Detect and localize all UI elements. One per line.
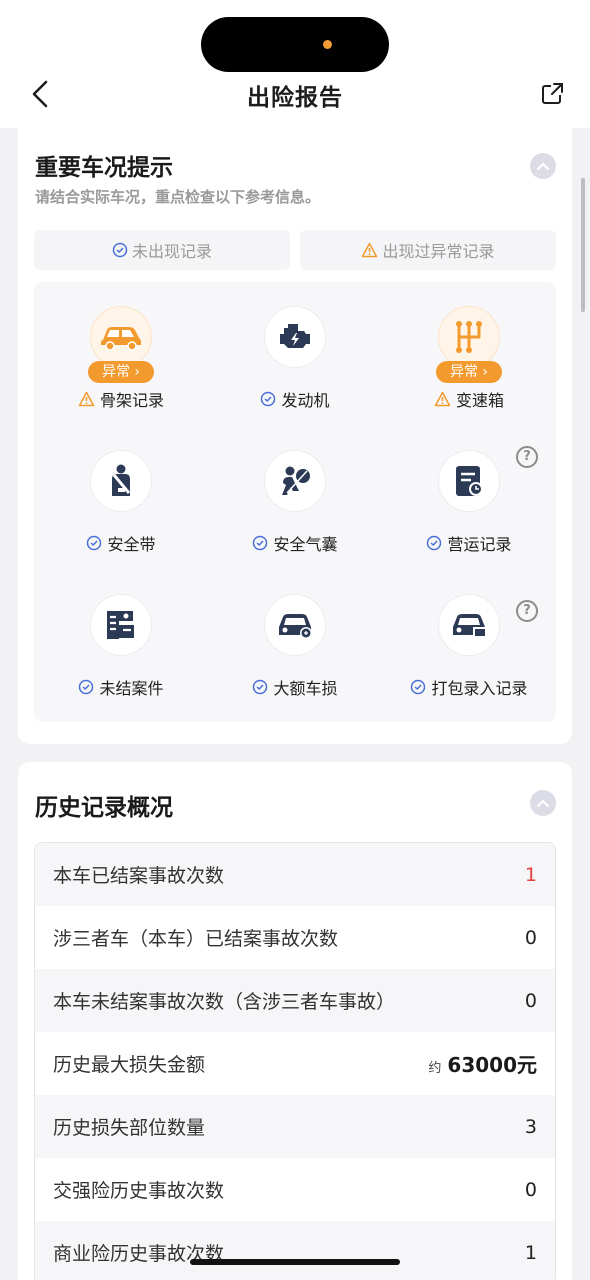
history-overview-card: 历史记录概况 本车已结案事故次数 1 涉三者车（本车）已结案事故次数 0 本车未… [18,762,572,1280]
home-indicator[interactable] [190,1259,400,1265]
bundle-record-icon [438,594,500,656]
chevron-up-icon [536,799,550,808]
help-icon[interactable]: ? [516,446,538,468]
check-circle-icon [79,679,94,695]
item-label: 大额车损 [273,679,338,698]
item-label-row: 变速箱 [382,387,556,411]
gearbox-icon [438,306,500,368]
item-label-row: 骨架记录 [34,387,208,411]
legend-no-record: 未出现记录 [34,230,290,270]
row-value: 1 [524,1241,537,1264]
item-label: 营运记录 [447,535,512,554]
collapse-button[interactable] [530,790,556,816]
item-major-damage[interactable]: 大额车损 [208,570,382,714]
warning-icon [362,242,378,258]
car-frame-icon [90,306,152,368]
approx-prefix: 约 [428,1061,442,1076]
seatbelt-icon [90,450,152,512]
item-frame-record[interactable]: 异常 › 骨架记录 [34,282,208,426]
row-value: 3 [524,1115,537,1138]
item-label-row: 打包录入记录 [382,675,556,699]
check-circle-icon [411,679,426,695]
card-title: 历史记录概况 [35,795,173,821]
table-row: 涉三者车（本车）已结案事故次数 0 [35,906,555,969]
warning-icon [434,391,451,407]
collapse-button[interactable] [530,153,556,179]
row-label: 本车未结案事故次数（含涉三者车事故） [53,991,396,1013]
table-row: 历史损失部位数量 3 [35,1095,555,1158]
share-icon [542,83,563,104]
check-circle-icon [261,391,276,407]
check-circle-icon [87,535,102,551]
card-subtitle: 请结合实际车况，重点检查以下参考信息。 [35,188,321,206]
row-value: 0 [524,989,537,1012]
item-label-row: 安全气囊 [208,531,382,555]
item-label-row: 发动机 [208,387,382,411]
item-bundle-record[interactable]: 打包录入记录 [382,570,556,714]
row-label: 本车已结案事故次数 [53,865,225,887]
row-value: 1 [524,863,537,886]
open-case-icon [90,594,152,656]
table-row: 交强险历史事故次数 0 [35,1158,555,1221]
major-damage-icon [264,594,326,656]
item-label: 骨架记录 [99,391,164,410]
chevron-up-icon [536,162,550,171]
item-label-row: 安全带 [34,531,208,555]
scrollbar[interactable] [581,178,585,312]
item-label-row: 未结案件 [34,675,208,699]
item-seatbelt[interactable]: 安全带 [34,426,208,570]
item-engine[interactable]: 发动机 [208,282,382,426]
item-label: 未结案件 [99,679,164,698]
row-value: 63000元 [447,1053,537,1077]
abnormal-badge[interactable]: 异常 › [436,361,502,383]
check-circle-icon [112,242,128,258]
item-airbag[interactable]: 安全气囊 [208,426,382,570]
share-button[interactable] [538,80,566,108]
dynamic-island [201,17,389,72]
legend-abnormal-record: 出现过异常记录 [300,230,556,270]
table-row: 商业险历史事故次数 1 [35,1221,555,1280]
airbag-icon [264,450,326,512]
check-circle-icon [427,535,442,551]
row-value-group: 约 63000元 [428,1049,537,1078]
table-row: 本车未结案事故次数（含涉三者车事故） 0 [35,969,555,1032]
abnormal-badge-text: 异常 [101,364,130,380]
item-label-row: 大额车损 [208,675,382,699]
check-circle-icon [253,679,268,695]
row-label: 涉三者车（本车）已结案事故次数 [53,928,339,950]
page-title: 出险报告 [247,85,343,111]
item-label-row: 营运记录 [382,531,556,555]
legend-ok-label: 未出现记录 [131,242,212,261]
history-table: 本车已结案事故次数 1 涉三者车（本车）已结案事故次数 0 本车未结案事故次数（… [34,842,556,1280]
item-label: 打包录入记录 [431,679,528,698]
item-label: 变速箱 [455,391,504,410]
table-row: 本车已结案事故次数 1 [35,843,555,906]
row-value: 0 [524,1178,537,1201]
condition-grid: 异常 › 骨架记录 发动机 异常 › 变速箱 安全带 安全气囊 营运记录 ? 未… [34,282,556,722]
warning-icon [78,391,95,407]
engine-icon [264,306,326,368]
operation-record-icon [438,450,500,512]
help-icon[interactable]: ? [516,600,538,622]
item-label: 安全带 [107,535,156,554]
legend-warn-label: 出现过异常记录 [382,242,495,261]
row-label: 历史损失部位数量 [53,1117,206,1139]
row-label: 交强险历史事故次数 [53,1180,225,1202]
card-title: 重要车况提示 [35,155,173,181]
privacy-indicator-dot [323,40,332,49]
row-value: 0 [524,926,537,949]
abnormal-badge-text: 异常 [449,364,478,380]
item-open-case[interactable]: 未结案件 [34,570,208,714]
abnormal-badge[interactable]: 异常 › [88,361,154,383]
table-row: 历史最大损失金额 约 63000元 [35,1032,555,1095]
check-circle-icon [253,535,268,551]
item-label: 安全气囊 [273,535,338,554]
row-label: 历史最大损失金额 [53,1054,206,1076]
item-label: 发动机 [281,391,330,410]
item-gearbox[interactable]: 异常 › 变速箱 [382,282,556,426]
vehicle-condition-card: 重要车况提示 请结合实际车况，重点检查以下参考信息。 未出现记录 出现过异常记录… [18,120,572,744]
